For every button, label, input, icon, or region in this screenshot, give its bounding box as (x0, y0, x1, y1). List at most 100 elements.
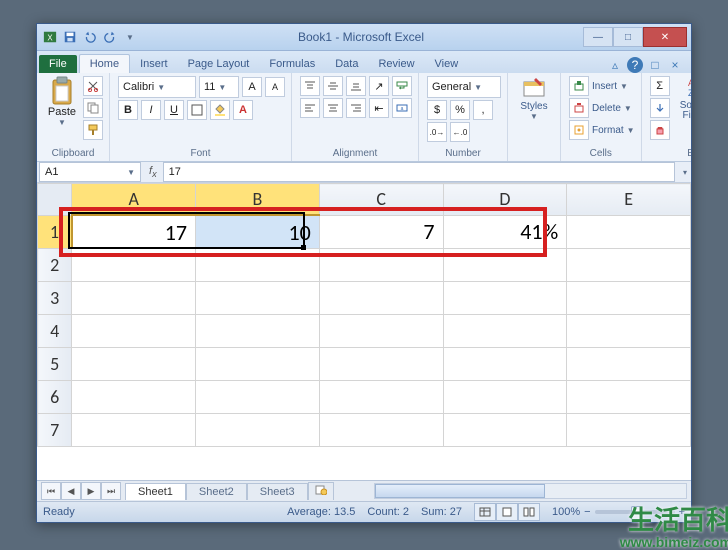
zoom-level[interactable]: 100% (552, 506, 580, 518)
align-center-button[interactable] (323, 98, 343, 118)
col-header-e[interactable]: E (567, 184, 691, 216)
col-header-a[interactable]: A (72, 184, 196, 216)
align-right-button[interactable] (346, 98, 366, 118)
cell-c5[interactable] (319, 348, 443, 381)
select-all-corner[interactable] (38, 184, 72, 216)
decrease-decimal-button[interactable]: ←.0 (450, 122, 470, 142)
fx-icon[interactable]: fx (143, 165, 163, 179)
row-header-1[interactable]: 1 (38, 215, 72, 249)
row-header-3[interactable]: 3 (38, 282, 72, 315)
row-header-7[interactable]: 7 (38, 414, 72, 447)
next-sheet-button[interactable]: ▶ (81, 482, 101, 500)
comma-button[interactable]: , (473, 100, 493, 120)
prev-sheet-button[interactable]: ◀ (61, 482, 81, 500)
tab-page-layout[interactable]: Page Layout (178, 55, 260, 73)
cell-c7[interactable] (319, 414, 443, 447)
border-button[interactable] (187, 100, 207, 120)
mdi-close-icon[interactable]: × (667, 57, 683, 73)
tab-home[interactable]: Home (79, 54, 130, 73)
format-painter-button[interactable] (83, 120, 103, 140)
undo-icon[interactable] (81, 28, 99, 46)
autosum-button[interactable]: Σ (650, 76, 670, 96)
cell-d3[interactable] (443, 282, 567, 315)
cell-a4[interactable] (72, 315, 196, 348)
row-header-5[interactable]: 5 (38, 348, 72, 381)
row-header-2[interactable]: 2 (38, 249, 72, 282)
mdi-restore-icon[interactable]: □ (647, 57, 663, 73)
cell-c6[interactable] (319, 381, 443, 414)
align-middle-button[interactable] (323, 76, 343, 96)
insert-cells-button[interactable] (569, 76, 589, 96)
align-top-button[interactable] (300, 76, 320, 96)
orientation-button[interactable]: ↗ (369, 76, 389, 96)
font-color-button[interactable]: A (233, 100, 253, 120)
cell-a7[interactable] (72, 414, 196, 447)
cell-b6[interactable] (196, 381, 320, 414)
cell-d2[interactable] (443, 249, 567, 282)
name-box[interactable]: A1▼ (39, 162, 141, 182)
cell-e5[interactable] (567, 348, 691, 381)
row-header-6[interactable]: 6 (38, 381, 72, 414)
close-button[interactable]: ✕ (643, 27, 687, 47)
tab-review[interactable]: Review (368, 55, 424, 73)
cell-d7[interactable] (443, 414, 567, 447)
col-header-d[interactable]: D (443, 184, 567, 216)
increase-decimal-button[interactable]: .0→ (427, 122, 447, 142)
accounting-button[interactable]: $ (427, 100, 447, 120)
cell-d1[interactable]: 41% (443, 215, 567, 249)
tab-file[interactable]: File (39, 55, 77, 73)
new-sheet-button[interactable] (308, 482, 334, 500)
redo-icon[interactable] (101, 28, 119, 46)
align-left-button[interactable] (300, 98, 320, 118)
sheet-tab-1[interactable]: Sheet1 (125, 483, 186, 500)
grow-font-button[interactable]: A (242, 77, 262, 97)
cell-e3[interactable] (567, 282, 691, 315)
tab-view[interactable]: View (425, 55, 469, 73)
font-size-select[interactable]: 11▼ (199, 76, 239, 98)
cut-button[interactable] (83, 76, 103, 96)
col-header-c[interactable]: C (319, 184, 443, 216)
cell-b2[interactable] (196, 249, 320, 282)
fill-button[interactable] (650, 98, 670, 118)
delete-cells-button[interactable] (569, 98, 589, 118)
cell-b7[interactable] (196, 414, 320, 447)
minimize-button[interactable]: — (583, 27, 613, 47)
cell-e1[interactable] (567, 215, 691, 249)
cell-styles-button[interactable]: Styles▼ (514, 76, 554, 121)
maximize-button[interactable]: □ (613, 27, 643, 47)
help-icon[interactable]: ? (627, 57, 643, 73)
merge-center-button[interactable]: a (392, 98, 412, 118)
cell-a5[interactable] (72, 348, 196, 381)
cell-c1[interactable]: 7 (319, 215, 443, 249)
page-layout-view-button[interactable] (496, 503, 518, 521)
fill-color-button[interactable] (210, 100, 230, 120)
cell-b5[interactable] (196, 348, 320, 381)
number-format-select[interactable]: General▼ (427, 76, 501, 98)
font-name-select[interactable]: Calibri▼ (118, 76, 196, 98)
sheet-tab-3[interactable]: Sheet3 (247, 483, 308, 500)
sheet-tab-2[interactable]: Sheet2 (186, 483, 247, 500)
horizontal-scrollbar[interactable] (374, 483, 687, 499)
zoom-in-button[interactable]: + (679, 506, 685, 518)
copy-button[interactable] (83, 98, 103, 118)
cell-d6[interactable] (443, 381, 567, 414)
cell-e2[interactable] (567, 249, 691, 282)
paste-button[interactable]: Paste▼ (43, 76, 81, 140)
cell-e6[interactable] (567, 381, 691, 414)
save-icon[interactable] (61, 28, 79, 46)
minimize-ribbon-icon[interactable]: ▵ (607, 57, 623, 73)
cell-d5[interactable] (443, 348, 567, 381)
row-header-4[interactable]: 4 (38, 315, 72, 348)
first-sheet-button[interactable]: ⏮ (41, 482, 61, 500)
shrink-font-button[interactable]: A (265, 77, 285, 97)
cell-b3[interactable] (196, 282, 320, 315)
cell-d4[interactable] (443, 315, 567, 348)
underline-button[interactable]: U (164, 100, 184, 120)
decrease-indent-button[interactable]: ⇤ (369, 98, 389, 118)
col-header-b[interactable]: B (196, 184, 320, 216)
sort-filter-button[interactable]: AZ Sort & Filter (674, 76, 691, 140)
cell-c2[interactable] (319, 249, 443, 282)
last-sheet-button[interactable]: ⏭ (101, 482, 121, 500)
clear-button[interactable] (650, 120, 670, 140)
percent-button[interactable]: % (450, 100, 470, 120)
